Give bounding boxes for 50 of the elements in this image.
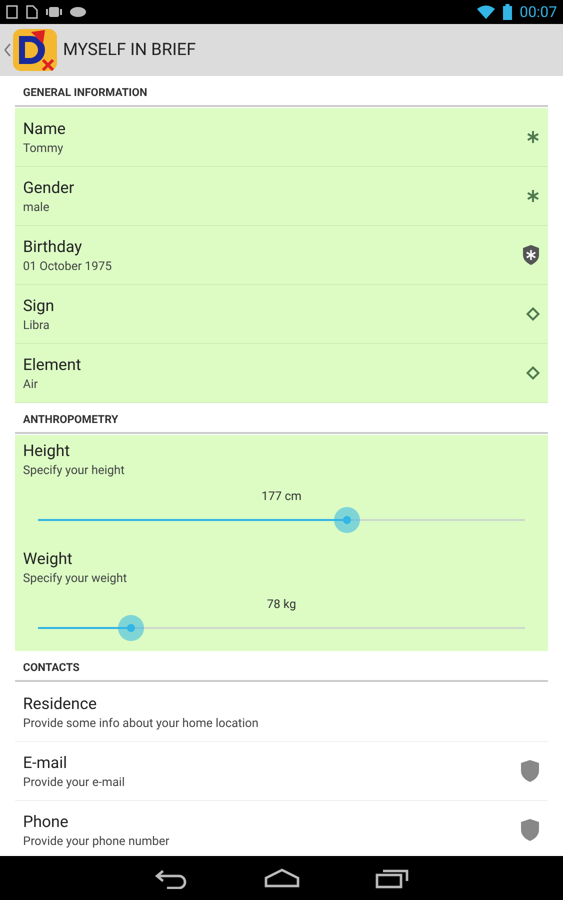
- row-title: Gender: [23, 178, 76, 197]
- home-icon[interactable]: [264, 868, 300, 888]
- row-summary: Specify your height: [23, 463, 126, 477]
- preference-row[interactable]: Residence Provide some info about your home location: [15, 683, 548, 742]
- row-summary: Libra: [23, 318, 50, 332]
- row-title: Birthday: [23, 237, 83, 256]
- row-summary: Air: [23, 377, 39, 391]
- preference-row[interactable]: E-mail Provide your e-mail: [15, 742, 548, 801]
- slider-thumb[interactable]: [334, 507, 360, 533]
- row-summary: Provide some info about your home location: [23, 716, 260, 730]
- row-title: Element: [23, 355, 82, 374]
- clock: 00:07: [520, 3, 557, 21]
- diamond-icon: [526, 307, 540, 321]
- screen-title: MYSELF IN BRIEF: [63, 40, 196, 60]
- row-title: Residence: [23, 694, 98, 713]
- row-title: Height: [23, 441, 71, 460]
- row-summary: Specify your weight: [23, 571, 128, 585]
- slider[interactable]: [38, 615, 525, 641]
- shield-icon: [520, 818, 540, 842]
- slider-thumb[interactable]: [118, 615, 144, 641]
- row-summary: 01 October 1975: [23, 259, 113, 273]
- row-summary: Tommy: [23, 141, 64, 155]
- diamond-icon: [526, 366, 540, 380]
- row-title: Name: [23, 119, 67, 138]
- row-title: Weight: [23, 549, 74, 568]
- document-icon: [26, 5, 38, 19]
- app-logo-icon[interactable]: [3, 26, 59, 74]
- row-summary: Provide your e-mail: [23, 775, 126, 789]
- battery-icon: [502, 4, 512, 20]
- slider-value: 78 kg: [266, 597, 298, 611]
- recent-apps-icon[interactable]: [374, 867, 408, 889]
- preference-row[interactable]: Sign Libra: [15, 285, 548, 344]
- preference-row[interactable]: Gender male: [15, 167, 548, 226]
- row-title: Sign: [23, 296, 56, 315]
- row-summary: Provide your phone number: [23, 834, 170, 848]
- asterisk-icon: [526, 189, 540, 203]
- back-icon[interactable]: [154, 867, 188, 889]
- slider[interactable]: [38, 507, 525, 533]
- shield-icon: [522, 244, 540, 266]
- wifi-icon: [476, 5, 495, 19]
- row-title: E-mail: [23, 753, 68, 772]
- slider-value: 177 cm: [260, 489, 302, 503]
- preference-row[interactable]: Name Tommy: [15, 108, 548, 167]
- section-header: CONTACTS: [15, 651, 548, 682]
- row-summary: male: [23, 200, 50, 214]
- asterisk-icon: [526, 130, 540, 144]
- shield-icon: [520, 759, 540, 783]
- preference-row[interactable]: Birthday 01 October 1975: [15, 226, 548, 285]
- preference-row[interactable]: Element Air: [15, 344, 548, 403]
- row-title: Phone: [23, 812, 70, 831]
